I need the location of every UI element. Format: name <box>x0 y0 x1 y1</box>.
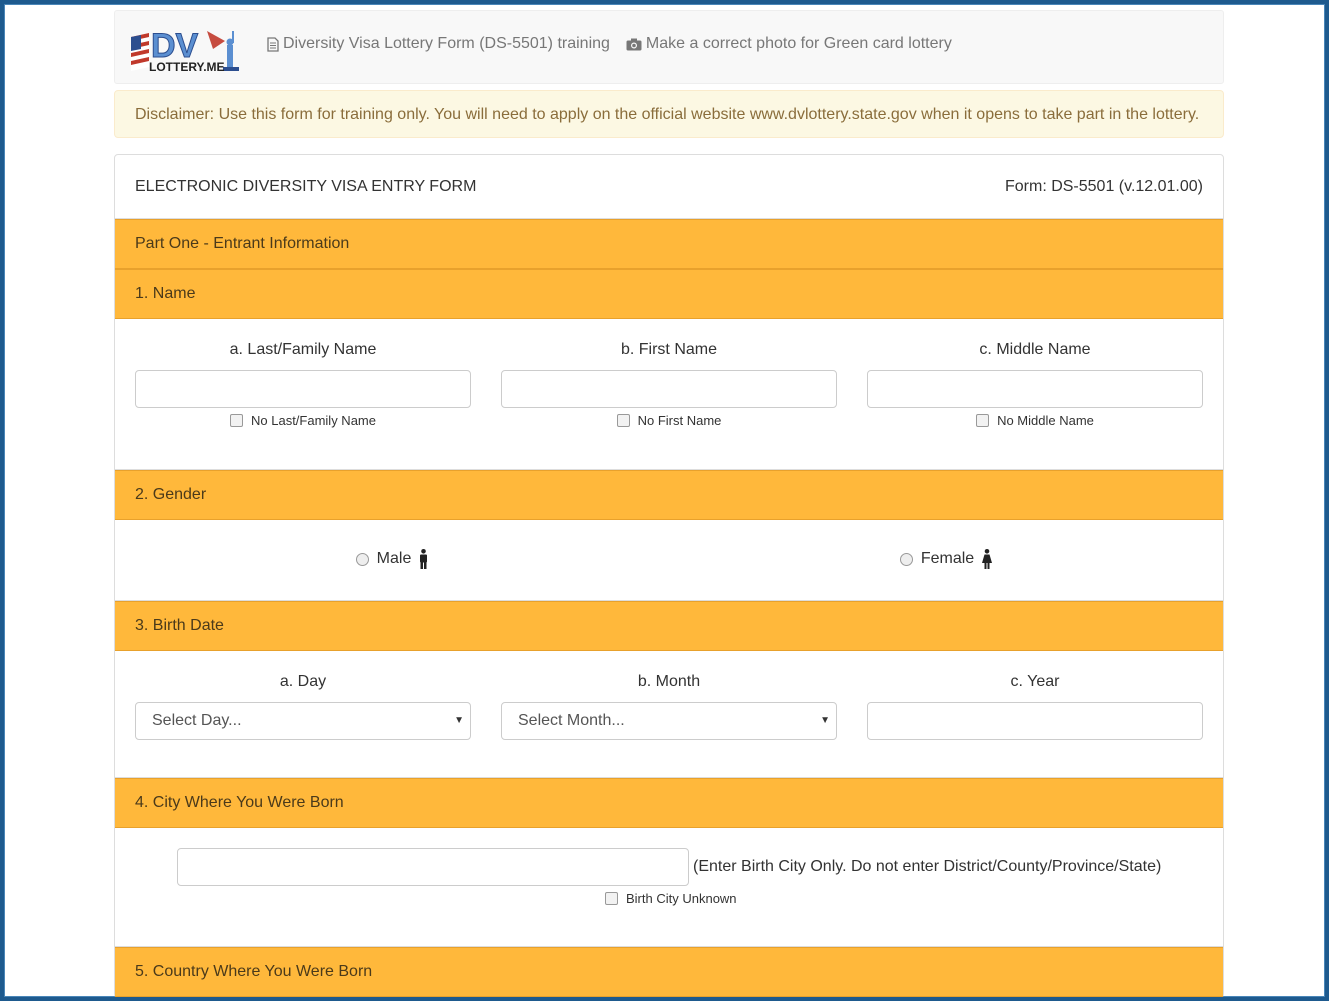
birth-year-group: c. Year <box>867 673 1203 740</box>
no-last-name-label: No Last/Family Name <box>251 413 376 428</box>
middle-name-label: c. Middle Name <box>979 341 1091 358</box>
browser-viewport: DV LOTTERY.ME Diversity Visa Lottery For… <box>4 4 1325 997</box>
section-birth-date: 3. Birth Date <box>115 601 1223 651</box>
page-container: DV LOTTERY.ME Diversity Visa Lottery For… <box>114 10 1224 997</box>
last-name-input[interactable] <box>135 370 471 408</box>
gender-option-female[interactable]: Female <box>669 549 1223 569</box>
no-first-name-label: No First Name <box>637 413 722 428</box>
birth-month-group: b. Month Select Month... ▼ <box>501 673 837 740</box>
middle-name-group: c. Middle Name No Middle Name <box>867 341 1203 428</box>
male-radio[interactable] <box>355 552 369 566</box>
birth-day-group: a. Day Select Day... ▼ <box>135 673 471 740</box>
female-radio[interactable] <box>899 552 913 566</box>
birth-day-select[interactable]: Select Day... ▼ <box>135 702 471 740</box>
disclaimer-text: Disclaimer: Use this form for training o… <box>135 106 1200 123</box>
section-birth-country: 5. Country Where You Were Born <box>115 947 1223 997</box>
female-label: Female <box>920 550 975 567</box>
document-icon <box>267 36 279 52</box>
birth-month-select[interactable]: Select Month... ▼ <box>501 702 837 740</box>
female-icon <box>982 549 993 569</box>
statue-of-liberty-icon <box>223 31 239 71</box>
camera-icon <box>626 38 642 50</box>
birth-date-section-body: a. Day Select Day... ▼ b. Month Select M… <box>115 651 1223 778</box>
nav-link-label: Make a correct photo for Green card lott… <box>645 35 952 52</box>
dv-lottery-logo[interactable]: DV LOTTERY.ME <box>129 23 245 73</box>
form-header: ELECTRONIC DIVERSITY VISA ENTRY FORM For… <box>115 155 1223 219</box>
form-title: ELECTRONIC DIVERSITY VISA ENTRY FORM <box>135 177 477 195</box>
birth-day-label: a. Day <box>279 673 327 690</box>
last-name-group: a. Last/Family Name No Last/Family Name <box>135 341 471 428</box>
no-middle-name-label: No Middle Name <box>997 413 1094 428</box>
section-name: 1. Name <box>115 269 1223 319</box>
form-version: Form: DS-5501 (v.12.01.00) <box>1004 177 1203 195</box>
svg-text:LOTTERY.ME: LOTTERY.ME <box>149 60 225 73</box>
male-label: Male <box>376 550 412 567</box>
birth-city-unknown-label: Birth City Unknown <box>626 891 737 906</box>
birth-month-selected: Select Month... <box>518 712 625 729</box>
navbar: DV LOTTERY.ME Diversity Visa Lottery For… <box>114 10 1224 84</box>
first-name-label: b. First Name <box>620 341 717 358</box>
section-part-one: Part One - Entrant Information <box>115 219 1223 269</box>
entry-form-panel: ELECTRONIC DIVERSITY VISA ENTRY FORM For… <box>114 154 1224 997</box>
name-section-body: a. Last/Family Name No Last/Family Name … <box>115 319 1223 470</box>
birth-month-label: b. Month <box>637 673 701 690</box>
section-gender: 2. Gender <box>115 470 1223 520</box>
select-caret-icon: ▼ <box>454 715 464 726</box>
gender-section-body: Male Female <box>115 520 1223 601</box>
first-name-group: b. First Name No First Name <box>501 341 837 428</box>
birth-city-unknown-checkbox[interactable] <box>605 892 618 905</box>
last-name-label: a. Last/Family Name <box>229 341 377 358</box>
section-birth-city: 4. City Where You Were Born <box>115 778 1223 828</box>
nav-links: Diversity Visa Lottery Form (DS-5501) tr… <box>267 35 952 53</box>
middle-name-input[interactable] <box>867 370 1203 408</box>
nav-link-photo[interactable]: Make a correct photo for Green card lott… <box>626 35 952 53</box>
disclaimer-alert: Disclaimer: Use this form for training o… <box>114 90 1224 138</box>
birth-year-input[interactable] <box>867 702 1203 740</box>
nav-link-dv-form[interactable]: Diversity Visa Lottery Form (DS-5501) tr… <box>267 35 610 53</box>
nav-link-label: Diversity Visa Lottery Form (DS-5501) tr… <box>283 35 610 52</box>
birth-day-selected: Select Day... <box>152 712 242 729</box>
select-caret-icon: ▼ <box>820 715 830 726</box>
no-first-name-checkbox[interactable] <box>616 414 630 427</box>
male-icon <box>420 549 428 569</box>
birth-city-hint: (Enter Birth City Only. Do not enter Dis… <box>693 858 1162 875</box>
gender-option-male[interactable]: Male <box>115 549 669 569</box>
no-last-name-checkbox[interactable] <box>230 414 243 427</box>
birth-year-label: c. Year <box>1010 673 1060 690</box>
first-name-input[interactable] <box>501 370 837 408</box>
no-middle-name-checkbox[interactable] <box>976 414 990 427</box>
birth-city-input[interactable] <box>177 848 689 886</box>
birth-city-section-body: (Enter Birth City Only. Do not enter Dis… <box>115 828 1223 947</box>
flag-icon <box>131 33 149 71</box>
